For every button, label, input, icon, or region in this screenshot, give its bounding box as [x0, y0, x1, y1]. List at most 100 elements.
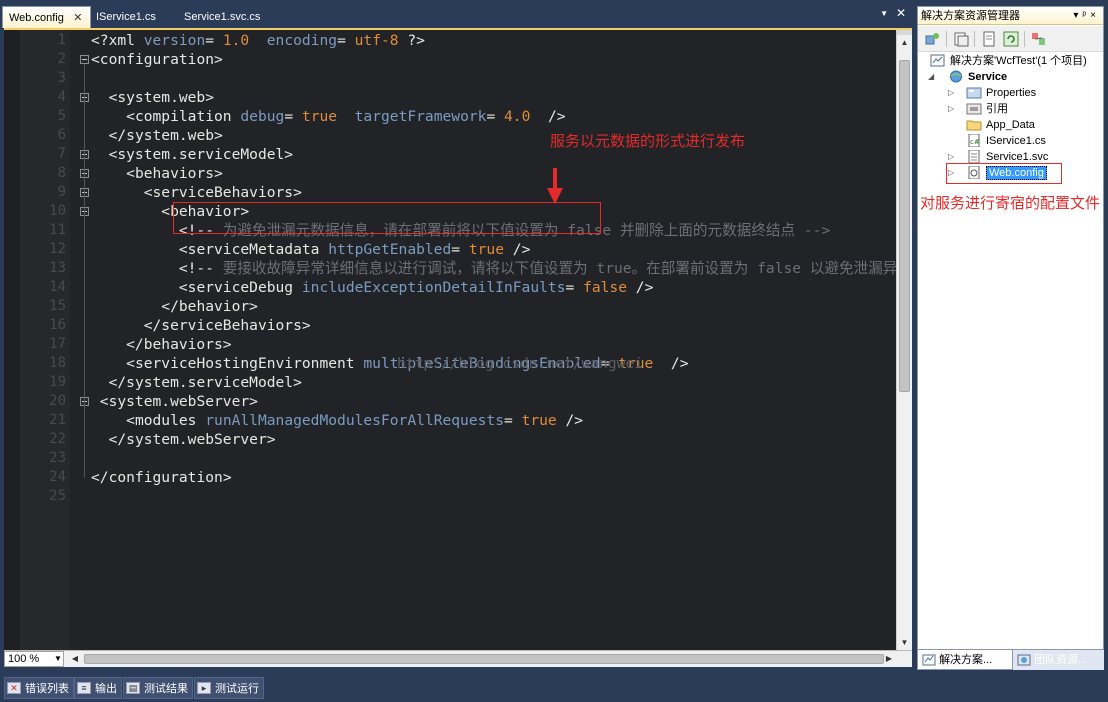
- code-line[interactable]: <?xml version= 1.0 encoding= utf-8 ?>: [91, 31, 425, 50]
- code-token-punc: </: [91, 469, 109, 486]
- panel-title-bar[interactable]: 解决方案资源管理器 ▾ᵖ×: [918, 7, 1103, 25]
- scroll-right-icon[interactable]: ▶: [882, 651, 896, 667]
- tab-web-config[interactable]: Web.config ✕: [2, 6, 91, 28]
- solution-explorer-tabs: 解决方案... 团队资源...: [917, 650, 1104, 670]
- tab-iservice1-cs[interactable]: IService1.cs: [90, 6, 162, 28]
- code-line[interactable]: <system.webServer>: [91, 392, 258, 411]
- line-number: 25: [49, 488, 66, 504]
- fold-guide: [84, 216, 85, 307]
- code-token-punc: <: [91, 279, 188, 296]
- code-line[interactable]: <compilation debug= true targetFramework…: [91, 107, 565, 126]
- code-token-punc: />: [653, 355, 689, 372]
- collapsed-arrow-icon[interactable]: ▷: [948, 85, 954, 101]
- code-line[interactable]: <!-- 要接收故障异常详细信息以进行调试，请将以下值设置为 true。在部署前…: [91, 259, 912, 278]
- collapse-icon[interactable]: [80, 55, 89, 64]
- code-line[interactable]: <modules runAllManagedModulesForAllReque…: [91, 411, 583, 430]
- code-line[interactable]: </system.webServer>: [91, 430, 276, 449]
- code-token-attr: httpGetEnabled: [328, 241, 452, 258]
- code-token-punc: </: [91, 374, 127, 391]
- code-token-tag: xml: [108, 32, 135, 49]
- code-line[interactable]: </system.serviceModel>: [91, 373, 302, 392]
- close-icon[interactable]: ✕: [72, 7, 84, 29]
- line-number-gutter: 1 2 3 4 5 6 7 8 9 10 11 12 13 14 15 16 17 18 19 20 21 22 23 24 2…: [20, 30, 89, 650]
- chevron-down-icon[interactable]: ▼: [53, 652, 63, 666]
- tab-test-results[interactable]: ▤ 测试结果: [123, 677, 193, 699]
- vertical-scrollbar[interactable]: ▲ ▼: [896, 30, 912, 650]
- line-number: 12: [49, 241, 66, 257]
- tab-output[interactable]: ≡ 输出: [74, 677, 122, 699]
- code-token-punc: >: [249, 393, 258, 410]
- tree-node-iservice1[interactable]: c# IService1.cs: [966, 133, 1046, 149]
- collapsed-arrow-icon[interactable]: ▷: [948, 101, 954, 117]
- tab-service1-svc-cs[interactable]: Service1.svc.cs: [178, 6, 266, 28]
- close-icon[interactable]: ×: [1090, 10, 1100, 21]
- code-line[interactable]: <system.web>: [91, 88, 214, 107]
- close-icon[interactable]: ✕: [896, 6, 906, 20]
- tree-label: IService1.cs: [986, 135, 1046, 147]
- code-line[interactable]: </behaviors>: [91, 335, 231, 354]
- code-line[interactable]: </behavior>: [91, 297, 258, 316]
- scroll-up-icon[interactable]: ▲: [897, 35, 912, 50]
- line-number: 10: [49, 203, 66, 219]
- annotation-highlight-box: [173, 202, 601, 234]
- expanded-arrow-icon[interactable]: ◢: [928, 69, 934, 85]
- code-token-punc: [293, 279, 302, 296]
- line-number: 11: [49, 222, 66, 238]
- scroll-left-icon[interactable]: ◀: [68, 651, 82, 667]
- scrollbar-thumb[interactable]: [899, 60, 910, 392]
- svg-text:c#: c#: [970, 138, 980, 146]
- tab-label: Service1.svc.cs: [184, 11, 261, 23]
- refresh-button[interactable]: [1002, 30, 1020, 48]
- code-line[interactable]: </system.web>: [91, 126, 223, 145]
- horizontal-scrollbar[interactable]: ◀ ▶: [68, 651, 896, 667]
- code-area[interactable]: <?xml version= 1.0 encoding= utf-8 ?> <co…: [91, 30, 912, 650]
- tab-label: 团队资源...: [1034, 654, 1088, 666]
- show-all-files-button[interactable]: [952, 30, 970, 48]
- code-token-punc: </: [91, 431, 127, 448]
- panel-window-buttons[interactable]: ▾ᵖ×: [1073, 7, 1100, 25]
- chevron-down-icon[interactable]: ▼: [880, 9, 888, 18]
- tab-error-list[interactable]: ✕ 错误列表: [4, 677, 74, 699]
- code-editor[interactable]: 1 2 3 4 5 6 7 8 9 10 11 12 13 14 15 16 17 18 19 20 21 22 23 24 2…: [4, 28, 912, 650]
- code-token-punc: />: [556, 412, 584, 429]
- zoom-select[interactable]: 100 % ▼: [4, 651, 64, 667]
- code-token-punc: >: [214, 165, 223, 182]
- toolbar-separator: [1024, 31, 1025, 47]
- code-token-attr: version: [143, 32, 206, 49]
- code-line[interactable]: <configuration>: [91, 50, 223, 69]
- code-line[interactable]: <serviceBehaviors>: [91, 183, 302, 202]
- tree-node-solution[interactable]: 解决方案'WcfTest'(1 个项目): [930, 53, 1087, 69]
- tab-test-run[interactable]: ▸ 测试运行: [194, 677, 264, 699]
- code-token-punc: </: [91, 336, 144, 353]
- refresh-button[interactable]: [980, 30, 998, 48]
- code-token-punc: >: [266, 431, 276, 448]
- scrollbar-thumb[interactable]: [84, 654, 884, 664]
- solution-icon: [930, 54, 946, 67]
- code-line[interactable]: </configuration>: [91, 468, 232, 487]
- code-token-punc: />: [627, 279, 654, 296]
- tab-team-explorer[interactable]: 团队资源...: [1013, 650, 1104, 670]
- code-line[interactable]: <behaviors>: [91, 164, 223, 183]
- code-token-attr: includeExceptionDetailInFaults: [301, 279, 566, 296]
- tree-node-references[interactable]: 引用: [966, 101, 1008, 117]
- code-line[interactable]: <serviceMetadata httpGetEnabled= true />: [91, 240, 531, 259]
- code-token-tag: system.serviceModel: [126, 374, 294, 391]
- solution-icon: [922, 654, 936, 666]
- pin-icon[interactable]: ᵖ: [1082, 10, 1090, 21]
- code-line[interactable]: </serviceBehaviors>: [91, 316, 311, 335]
- tab-solution-explorer[interactable]: 解决方案...: [917, 650, 1013, 670]
- test-results-icon: ▤: [126, 682, 140, 695]
- code-token-punc: <: [91, 89, 118, 106]
- tree-node-project[interactable]: Service: [948, 69, 1007, 85]
- properties-button[interactable]: [924, 30, 942, 48]
- tree-node-properties[interactable]: Properties: [966, 85, 1036, 101]
- show-all-files-icon: [954, 32, 969, 47]
- tab-label: Web.config: [9, 12, 64, 24]
- class-diagram-button[interactable]: [1030, 30, 1048, 48]
- code-line[interactable]: <serviceDebug includeExceptionDetailInFa…: [91, 278, 654, 297]
- tree-node-app-data[interactable]: App_Data: [966, 117, 1035, 133]
- code-line[interactable]: <system.serviceModel>: [91, 145, 294, 164]
- scroll-down-icon[interactable]: ▼: [897, 635, 912, 650]
- annotation-arrow-icon: [547, 168, 563, 204]
- line-number: 3: [57, 70, 66, 86]
